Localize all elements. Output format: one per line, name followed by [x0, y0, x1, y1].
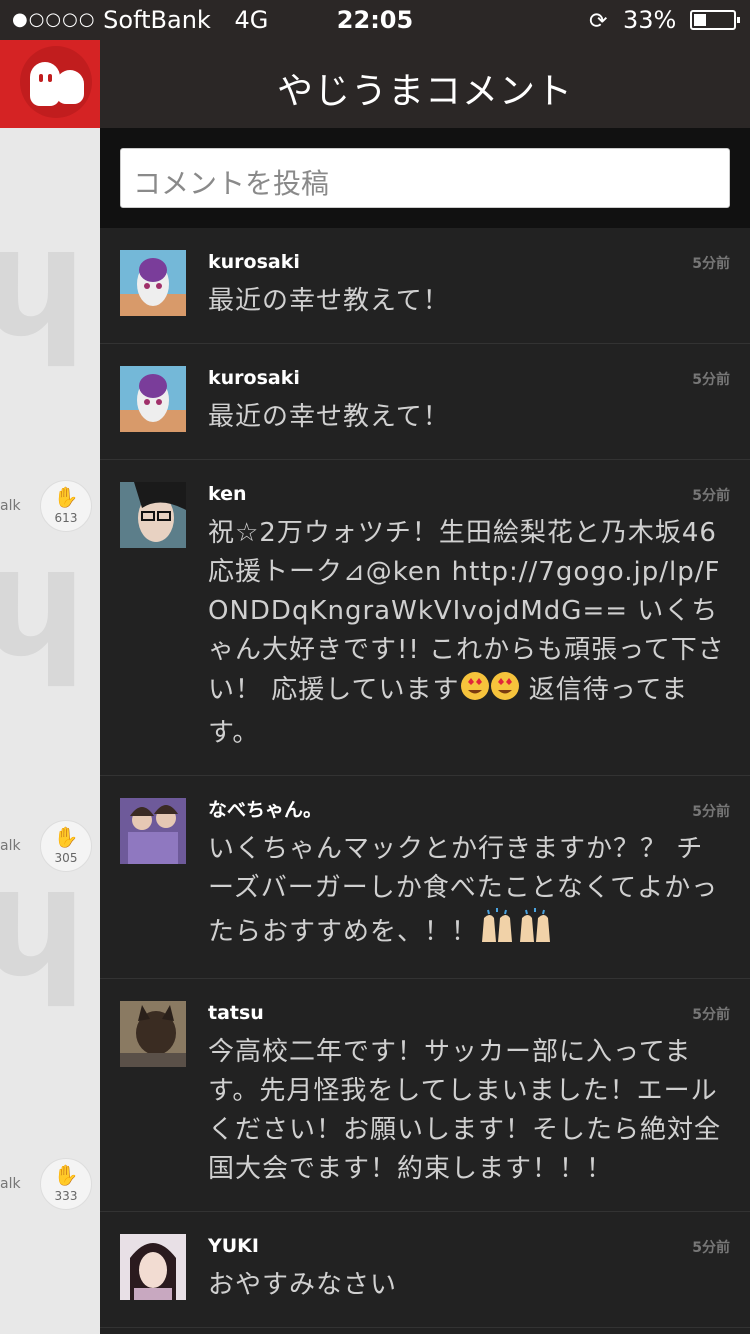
comment-text: 祝☆2万ウォツチ！生田絵梨花と乃木坂46応援トーク⊿@ken http://7g…: [208, 514, 730, 753]
clap-icon: ✋: [53, 485, 79, 509]
watermark-shape: ɥ: [0, 196, 87, 370]
comment-text: いくちゃんマックとか行きますか？？ チーズバーガーしか食べたことなくてよかったら…: [208, 830, 730, 956]
username[interactable]: kurosaki: [208, 250, 730, 274]
rotation-lock-icon: ⟳: [588, 9, 608, 34]
comment-item[interactable]: YUKI 5分前 おやすみなさい: [100, 1212, 750, 1328]
side-row: alk ✋ 305: [0, 820, 100, 880]
heart-eyes-emoji-icon: [460, 670, 520, 714]
comment-text: 最近の幸せ教えて！: [208, 402, 450, 432]
watermark-shape: ɥ: [0, 516, 87, 690]
page-title: やじうまコメント: [276, 71, 573, 112]
clap-count: 305: [54, 851, 78, 865]
timestamp: 5分前: [692, 804, 730, 820]
comment-text: 最近の幸せ教えて！: [208, 286, 450, 316]
header: やじうまコメント: [100, 40, 750, 128]
avatar[interactable]: [120, 482, 186, 548]
username[interactable]: YUKI: [208, 1234, 730, 1258]
comment-item[interactable]: kurosaki 5分前 最近の幸せ教えて！: [100, 228, 750, 344]
avatar[interactable]: [120, 250, 186, 316]
comment-item[interactable]: tatsu 5分前 今高校二年です！サッカー部に入ってます。先月怪我をしてしまい…: [100, 979, 750, 1212]
battery-info: ⟳ 33%: [588, 6, 740, 34]
battery-icon: [690, 10, 740, 30]
app-logo-icon: [20, 46, 92, 118]
timestamp: 5分前: [692, 1007, 730, 1023]
avatar[interactable]: [120, 1001, 186, 1067]
comment-item[interactable]: なべちゃん。 5分前 いくちゃんマックとか行きますか？？ チーズバーガーしか食べ…: [100, 776, 750, 979]
status-bar: ●○○○○ SoftBank 4G 22:05 ⟳ 33%: [0, 0, 750, 40]
talk-label[interactable]: alk: [0, 1176, 21, 1192]
avatar[interactable]: [120, 798, 186, 864]
avatar[interactable]: [120, 366, 186, 432]
clap-count: 613: [54, 511, 78, 525]
comment-feed[interactable]: kurosaki 5分前 最近の幸せ教えて！ kurosaki 5分前 最近の幸…: [100, 228, 750, 1334]
talk-label[interactable]: alk: [0, 498, 21, 514]
compose-area: コメントを投稿: [100, 128, 750, 228]
username[interactable]: ken: [208, 482, 730, 506]
side-panel: ɥ ɥ ɥ alk ✋ 613 alk ✋ 305 alk ✋ 333: [0, 128, 100, 1334]
side-row: alk ✋ 613: [0, 480, 100, 540]
username[interactable]: なべちゃん。: [208, 798, 730, 822]
comment-item[interactable]: kurosaki 5分前 最近の幸せ教えて！: [100, 344, 750, 460]
timestamp: 5分前: [692, 1240, 730, 1256]
comment-input-placeholder: コメントを投稿: [133, 167, 330, 200]
raised-hands-emoji-icon: [478, 908, 554, 956]
timestamp: 5分前: [692, 372, 730, 388]
comment-text: おやすみなさい: [208, 1270, 398, 1300]
clap-button[interactable]: ✋ 333: [40, 1158, 92, 1210]
talk-label[interactable]: alk: [0, 838, 21, 854]
battery-percent: 33%: [623, 6, 677, 34]
avatar[interactable]: [120, 1234, 186, 1300]
username[interactable]: tatsu: [208, 1001, 730, 1025]
clap-count: 333: [54, 1189, 78, 1203]
clap-button[interactable]: ✋ 613: [40, 480, 92, 532]
username[interactable]: kurosaki: [208, 366, 730, 390]
comment-input[interactable]: コメントを投稿: [120, 148, 730, 208]
comment-text-body: いくちゃんマックとか行きますか？？ チーズバーガーしか食べたことなくてよかったら…: [208, 834, 719, 947]
comment-text: 今高校二年です！サッカー部に入ってます。先月怪我をしてしまいました！エールくださ…: [208, 1037, 722, 1184]
timestamp: 5分前: [692, 256, 730, 272]
side-row: alk ✋ 333: [0, 1158, 100, 1218]
clap-icon: ✋: [53, 1163, 79, 1187]
timestamp: 5分前: [692, 488, 730, 504]
comment-item[interactable]: ken 5分前 祝☆2万ウォツチ！生田絵梨花と乃木坂46応援トーク⊿@ken h…: [100, 460, 750, 776]
clap-icon: ✋: [53, 825, 79, 849]
clap-button[interactable]: ✋ 305: [40, 820, 92, 872]
